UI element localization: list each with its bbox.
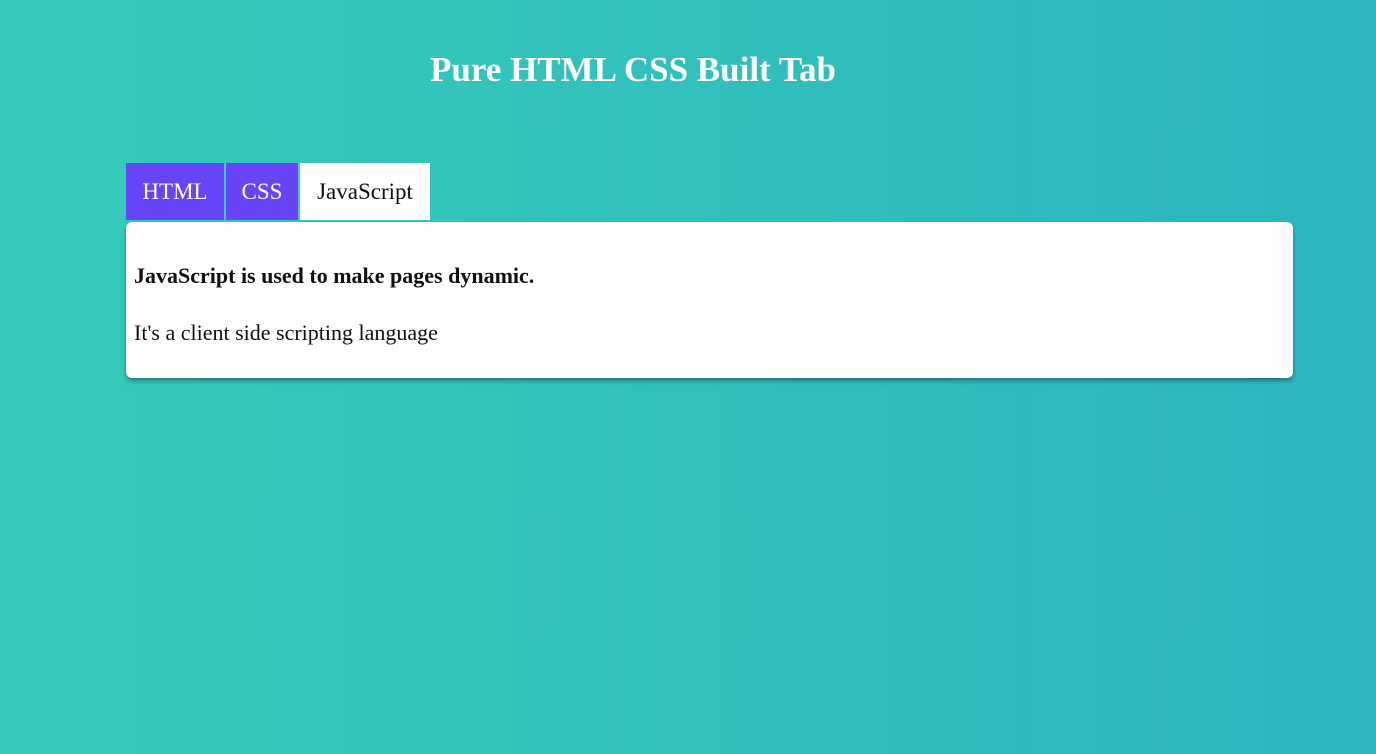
- content-heading: JavaScript is used to make pages dynamic…: [134, 263, 535, 288]
- tab-css[interactable]: CSS: [224, 163, 298, 220]
- tab-content-panel: JavaScript is used to make pages dynamic…: [126, 222, 1293, 378]
- page-title: Pure HTML CSS Built Tab: [430, 50, 836, 89]
- tab-html[interactable]: HTML: [126, 163, 224, 220]
- tab-javascript[interactable]: JavaScript: [298, 163, 430, 220]
- tab-bar: HTML CSS JavaScript: [126, 163, 430, 220]
- content-text: It's a client side scripting language: [134, 320, 438, 345]
